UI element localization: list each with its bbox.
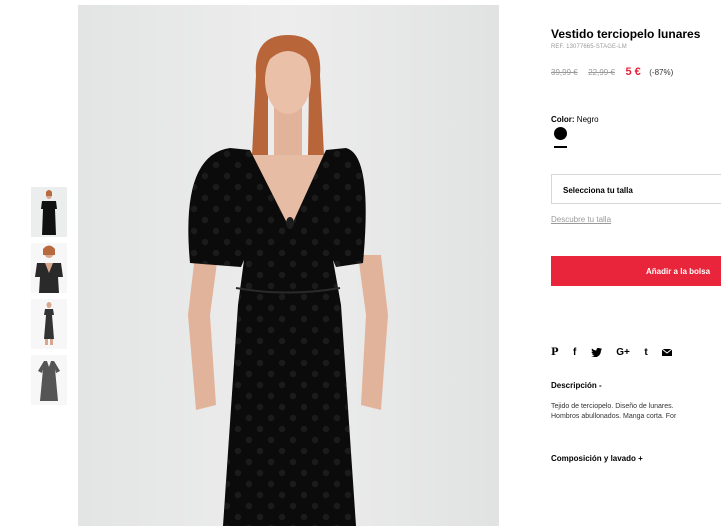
product-title: Vestido terciopelo lunares [551,27,701,41]
thumbnail-1[interactable] [31,187,67,237]
color-value: Negro [576,115,599,124]
description-heading[interactable]: Descripción - [551,381,602,390]
discount-badge: (-87%) [649,68,674,77]
tumblr-icon[interactable]: t [644,347,647,358]
product-reference: REF. 13077665-STAGE-LM [551,44,627,50]
thumbnail-4[interactable] [31,355,67,405]
thumbnail-2[interactable] [31,243,67,293]
model-full-thumb-image [44,302,54,345]
facebook-icon[interactable]: f [573,347,576,358]
pinterest-icon[interactable]: P [551,347,559,358]
model-in-dress-illustration [78,5,499,526]
description-line-1: Tejido de terciopelo. Diseño de lunares. [551,403,674,410]
main-product-image[interactable] [78,5,499,526]
twitter-icon[interactable] [590,347,602,358]
thumbnail-strip [31,187,67,411]
size-selector[interactable]: Selecciona tu talla [551,174,721,204]
sale-price: 5 € [625,66,641,78]
color-swatch-black[interactable] [554,127,567,140]
thumbnail-3[interactable] [31,299,67,349]
description-line-2: Hombros abullonados. Manga corta. For [551,413,677,420]
email-icon[interactable] [661,347,673,358]
add-to-bag-button[interactable]: Añadir a la bolsa [551,256,721,286]
description-text: Tejido de terciopelo. Diseño de lunares.… [551,402,676,422]
size-selector-placeholder: Selecciona tu talla [563,186,633,195]
share-bar: P f G+ t [551,344,682,358]
color-label-row: Color: Negro [551,115,599,124]
model-detail-thumb-image [35,245,63,293]
size-guide-link[interactable]: Descubre tu talla [551,215,611,224]
model-front-thumb-image [41,190,57,235]
flat-dress-thumb-image [38,361,60,401]
composition-heading[interactable]: Composición y lavado + [551,454,643,463]
previous-price: 22,99 € [588,68,615,77]
price-row: 39,99 € 22,99 € 5 € (-87%) [551,66,673,78]
color-label: Color: [551,115,575,124]
selected-swatch-indicator [554,146,567,148]
original-price: 39,99 € [551,68,578,77]
google-plus-icon[interactable]: G+ [616,347,630,358]
